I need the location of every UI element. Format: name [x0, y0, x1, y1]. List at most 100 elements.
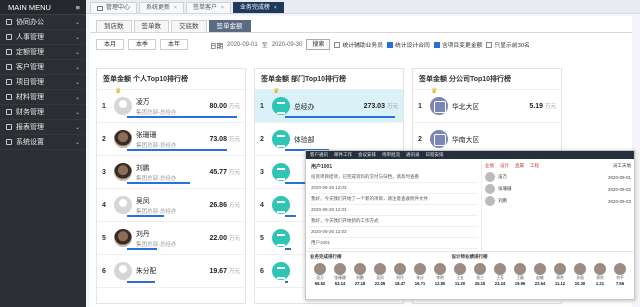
- quarter-button[interactable]: 本季: [128, 39, 156, 50]
- sidebar-item-project[interactable]: 项目管理 ⌄: [0, 75, 86, 90]
- amount-value: 19.67: [209, 267, 227, 275]
- progress-bar: [127, 281, 155, 283]
- branch-name: 华北大区: [452, 104, 480, 111]
- person-info: 张珊珊 集团总部-总经办: [136, 129, 209, 149]
- person-name: 凌万: [136, 99, 150, 106]
- checkbox[interactable]: [433, 41, 440, 48]
- ranking-row[interactable]: 1 ♛ 凌万 集团总部-总经办 80.00 万元: [97, 88, 245, 123]
- tab-update[interactable]: 系统更新 ×: [139, 2, 184, 13]
- amount-value: 22.00: [209, 234, 227, 242]
- date-label: 日期: [210, 42, 223, 50]
- subtab-handover[interactable]: 交底数: [171, 20, 207, 32]
- preview-nav-item[interactable]: 客户通讯: [310, 152, 328, 158]
- avatar: [514, 263, 526, 275]
- avatar: [374, 263, 386, 275]
- person-value: 11.12: [554, 281, 566, 286]
- check-assistant[interactable]: 统计辅助业务员: [334, 40, 383, 49]
- preview-nav-item[interactable]: 日程安排: [426, 152, 444, 158]
- date-from-input[interactable]: 2020-09-01: [227, 42, 258, 48]
- feed-title: 用户1001: [311, 164, 333, 170]
- ranking-row[interactable]: 5 刘丹 集团总部-总经办 22.00 万元: [97, 222, 245, 255]
- year-button[interactable]: 本年: [160, 39, 188, 50]
- ranking-tab[interactable]: 工程: [530, 163, 539, 169]
- avatar: [534, 263, 546, 275]
- check-change-amount[interactable]: 含项目变更金额: [433, 40, 482, 49]
- person-name: 张珊珊: [498, 186, 512, 191]
- ranking-row[interactable]: 6 朱分配 19.67 万元: [97, 255, 245, 288]
- preview-nav-item[interactable]: 邮件工作: [334, 152, 352, 158]
- search-button[interactable]: 搜索: [306, 39, 331, 50]
- amount-value: 45.77: [209, 168, 227, 176]
- filter-bar: 本月 本季 本年 日期 2020-09-01 至 2020-09-30 搜索 统…: [90, 33, 632, 56]
- preview-nav-item[interactable]: 会议安排: [358, 152, 376, 158]
- ranking-row[interactable]: 1 ♛ 华北大区 5.19 万元: [413, 88, 561, 123]
- ranking-row[interactable]: 2 张珊珊 集团总部-总经办 73.08 万元: [97, 123, 245, 156]
- preview-nav-item[interactable]: 待审批流: [382, 152, 400, 158]
- rank-number: 3: [102, 168, 106, 176]
- sidebar-item-customer[interactable]: 客户管理 ⌄: [0, 60, 86, 75]
- person-dept: 集团总部-总经办: [136, 143, 177, 149]
- tab-sign-customer[interactable]: 签单客户 ×: [185, 2, 231, 14]
- dept-info: 总经办: [294, 101, 364, 111]
- avatar: [614, 263, 626, 275]
- sidebar-item-material[interactable]: 材料管理 ⌄: [0, 90, 86, 105]
- preview-ranking: 业绩 设计 直属 工程 员工天地 凌万 2020-09-01 张珊珊 2020-09-02 刘鹏…: [481, 161, 634, 251]
- ranking-row[interactable]: 3 刘鹏 集团总部-总经办 45.77 万元: [97, 156, 245, 189]
- check-design-contract[interactable]: 统计设计合同: [387, 40, 430, 49]
- sidebar-item-report[interactable]: 报表管理 ⌄: [0, 120, 86, 135]
- subtab-amount[interactable]: 签单金额: [208, 20, 251, 32]
- ranking-item: 凌万 2020-09-01: [482, 171, 634, 183]
- leaderboard-person: 李明 12.80: [432, 263, 448, 286]
- feed-post: 我好，今天我们开始新的工作方式: [308, 216, 478, 227]
- ranking-tab[interactable]: 设计: [500, 163, 509, 169]
- person-info: 凌万 集团总部-总经办: [136, 96, 209, 116]
- leaderboard-person: 郑欣 1.21: [592, 263, 608, 286]
- leaderboard-person: 凌万 56.62: [312, 263, 328, 286]
- person-info: 刘丹 集团总部-总经办: [136, 228, 209, 248]
- avatar: [334, 263, 346, 275]
- preview-nav-item[interactable]: 通讯录: [406, 152, 420, 158]
- date-to-input[interactable]: 2020-09-30: [272, 42, 303, 48]
- rank-number: 2: [260, 135, 264, 143]
- amount-unit: 万元: [228, 236, 240, 242]
- amount-unit: 万元: [228, 104, 240, 110]
- rank-number: 1: [260, 102, 264, 110]
- chevron-down-icon: ⌄: [74, 109, 80, 116]
- person-value: 25.15: [474, 281, 486, 286]
- department-icon: [272, 163, 290, 181]
- leaderboard-person: 吴凤 22.06: [372, 263, 388, 286]
- department-icon: [272, 97, 290, 115]
- ranking-tab[interactable]: 直属: [515, 163, 524, 169]
- preview-feed: 用户1001 投资项目结项，已完成资料的交付与归档，请及时查看 2020-09-2…: [308, 161, 478, 251]
- collab-icon: [6, 19, 12, 25]
- tab-performance[interactable]: 业务完成榜 ×: [232, 2, 284, 14]
- chevron-down-icon: ⌄: [74, 139, 80, 146]
- avatar: [114, 163, 132, 181]
- close-icon[interactable]: ×: [274, 3, 277, 14]
- subtab-visits[interactable]: 到店数: [96, 20, 132, 32]
- progress-bar: [127, 248, 157, 250]
- tab-home[interactable]: 管理中心: [90, 2, 138, 13]
- ranking-tab[interactable]: 业绩: [485, 163, 494, 169]
- checkbox[interactable]: [486, 41, 493, 48]
- progress-bar: [285, 116, 395, 118]
- sidebar-item-collab[interactable]: 协同办公 ⌄: [0, 15, 86, 30]
- check-top30[interactable]: 只显示前30名: [486, 40, 530, 49]
- checkbox[interactable]: [387, 41, 394, 48]
- close-icon[interactable]: ×: [221, 3, 224, 14]
- leaderboard-person: 张珊珊 53.14: [332, 263, 348, 286]
- sidebar-item-hr[interactable]: 人事管理 ⌄: [0, 30, 86, 45]
- close-icon[interactable]: ×: [174, 3, 177, 14]
- sidebar-item-settings[interactable]: 系统设置 ⌄: [0, 135, 86, 150]
- feed-post: 2020-09-26 12:03: [308, 205, 478, 216]
- checkbox[interactable]: [334, 41, 341, 48]
- person-name: 刘鹏: [498, 198, 507, 203]
- subtab-signs[interactable]: 签单数: [133, 20, 169, 32]
- ranking-row[interactable]: 1 ♛ 总经办 273.03 万元: [255, 88, 403, 123]
- ranking-row[interactable]: 4 吴凤 集团总部-总经办 26.86 万元: [97, 189, 245, 222]
- menu-icon[interactable]: ≡: [76, 0, 80, 14]
- material-icon: [6, 94, 12, 100]
- sidebar-item-quota[interactable]: 定额管理 ⌄: [0, 45, 86, 60]
- sidebar-item-finance[interactable]: 财务管理 ⌄: [0, 105, 86, 120]
- month-button[interactable]: 本月: [96, 39, 124, 50]
